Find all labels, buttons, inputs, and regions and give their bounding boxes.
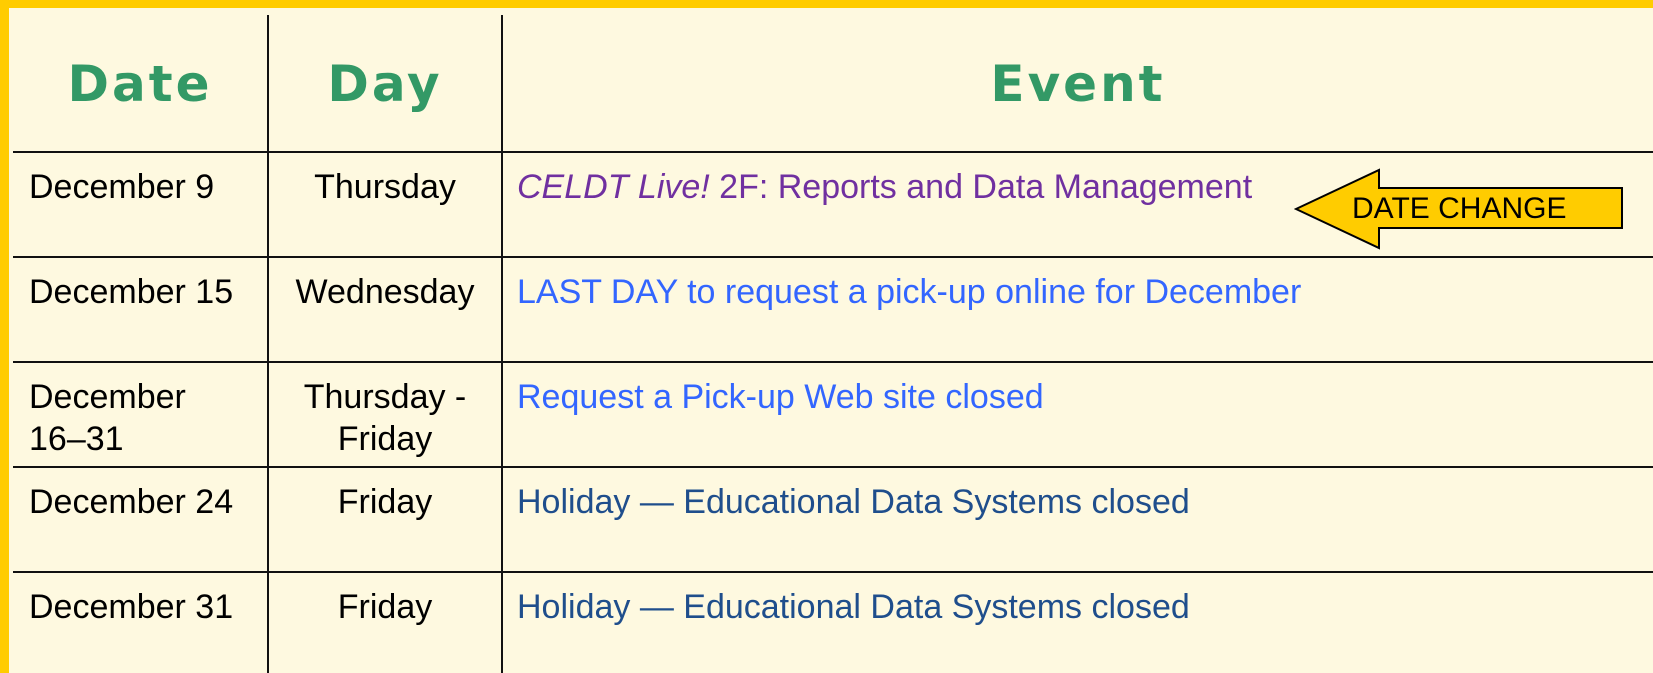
header-day: Day bbox=[327, 54, 443, 113]
event-cell: Holiday — Educational Data Systems close… bbox=[517, 588, 1190, 626]
day-cell: Friday bbox=[337, 483, 433, 521]
row-divider bbox=[13, 466, 1653, 468]
date-cell: December 24 bbox=[29, 483, 234, 521]
date-cell: December 16–31 bbox=[29, 376, 269, 460]
event-title-italic: CELDT Live! bbox=[517, 168, 710, 206]
left-accent-bar bbox=[0, 0, 9, 673]
row-divider bbox=[13, 256, 1653, 258]
top-accent-bar bbox=[0, 0, 1653, 8]
day-cell: Thursday bbox=[314, 168, 456, 206]
header-event: Event bbox=[990, 54, 1166, 113]
day-line: Thursday - bbox=[303, 378, 467, 416]
event-cell: Holiday — Educational Data Systems close… bbox=[517, 483, 1190, 521]
row-divider bbox=[13, 571, 1653, 573]
date-change-callout: DATE CHANGE bbox=[1352, 192, 1567, 225]
date-cell: December 31 bbox=[29, 588, 234, 626]
header-date: Date bbox=[67, 54, 213, 113]
day-cell: Wednesday bbox=[295, 273, 475, 311]
event-title-rest: 2F: Reports and Data Management bbox=[709, 168, 1253, 206]
event-cell: Request a Pick-up Web site closed bbox=[517, 378, 1044, 416]
date-cell: December 15 bbox=[29, 273, 234, 311]
date-cell: December 9 bbox=[29, 168, 215, 206]
row-divider bbox=[13, 361, 1653, 363]
day-line: Friday bbox=[337, 420, 433, 458]
date-line: December bbox=[29, 378, 186, 416]
date-line: 16–31 bbox=[29, 420, 124, 458]
day-cell: Friday bbox=[337, 588, 433, 626]
day-cell: Thursday - Friday bbox=[270, 376, 500, 460]
event-cell: LAST DAY to request a pick-up online for… bbox=[517, 273, 1302, 311]
